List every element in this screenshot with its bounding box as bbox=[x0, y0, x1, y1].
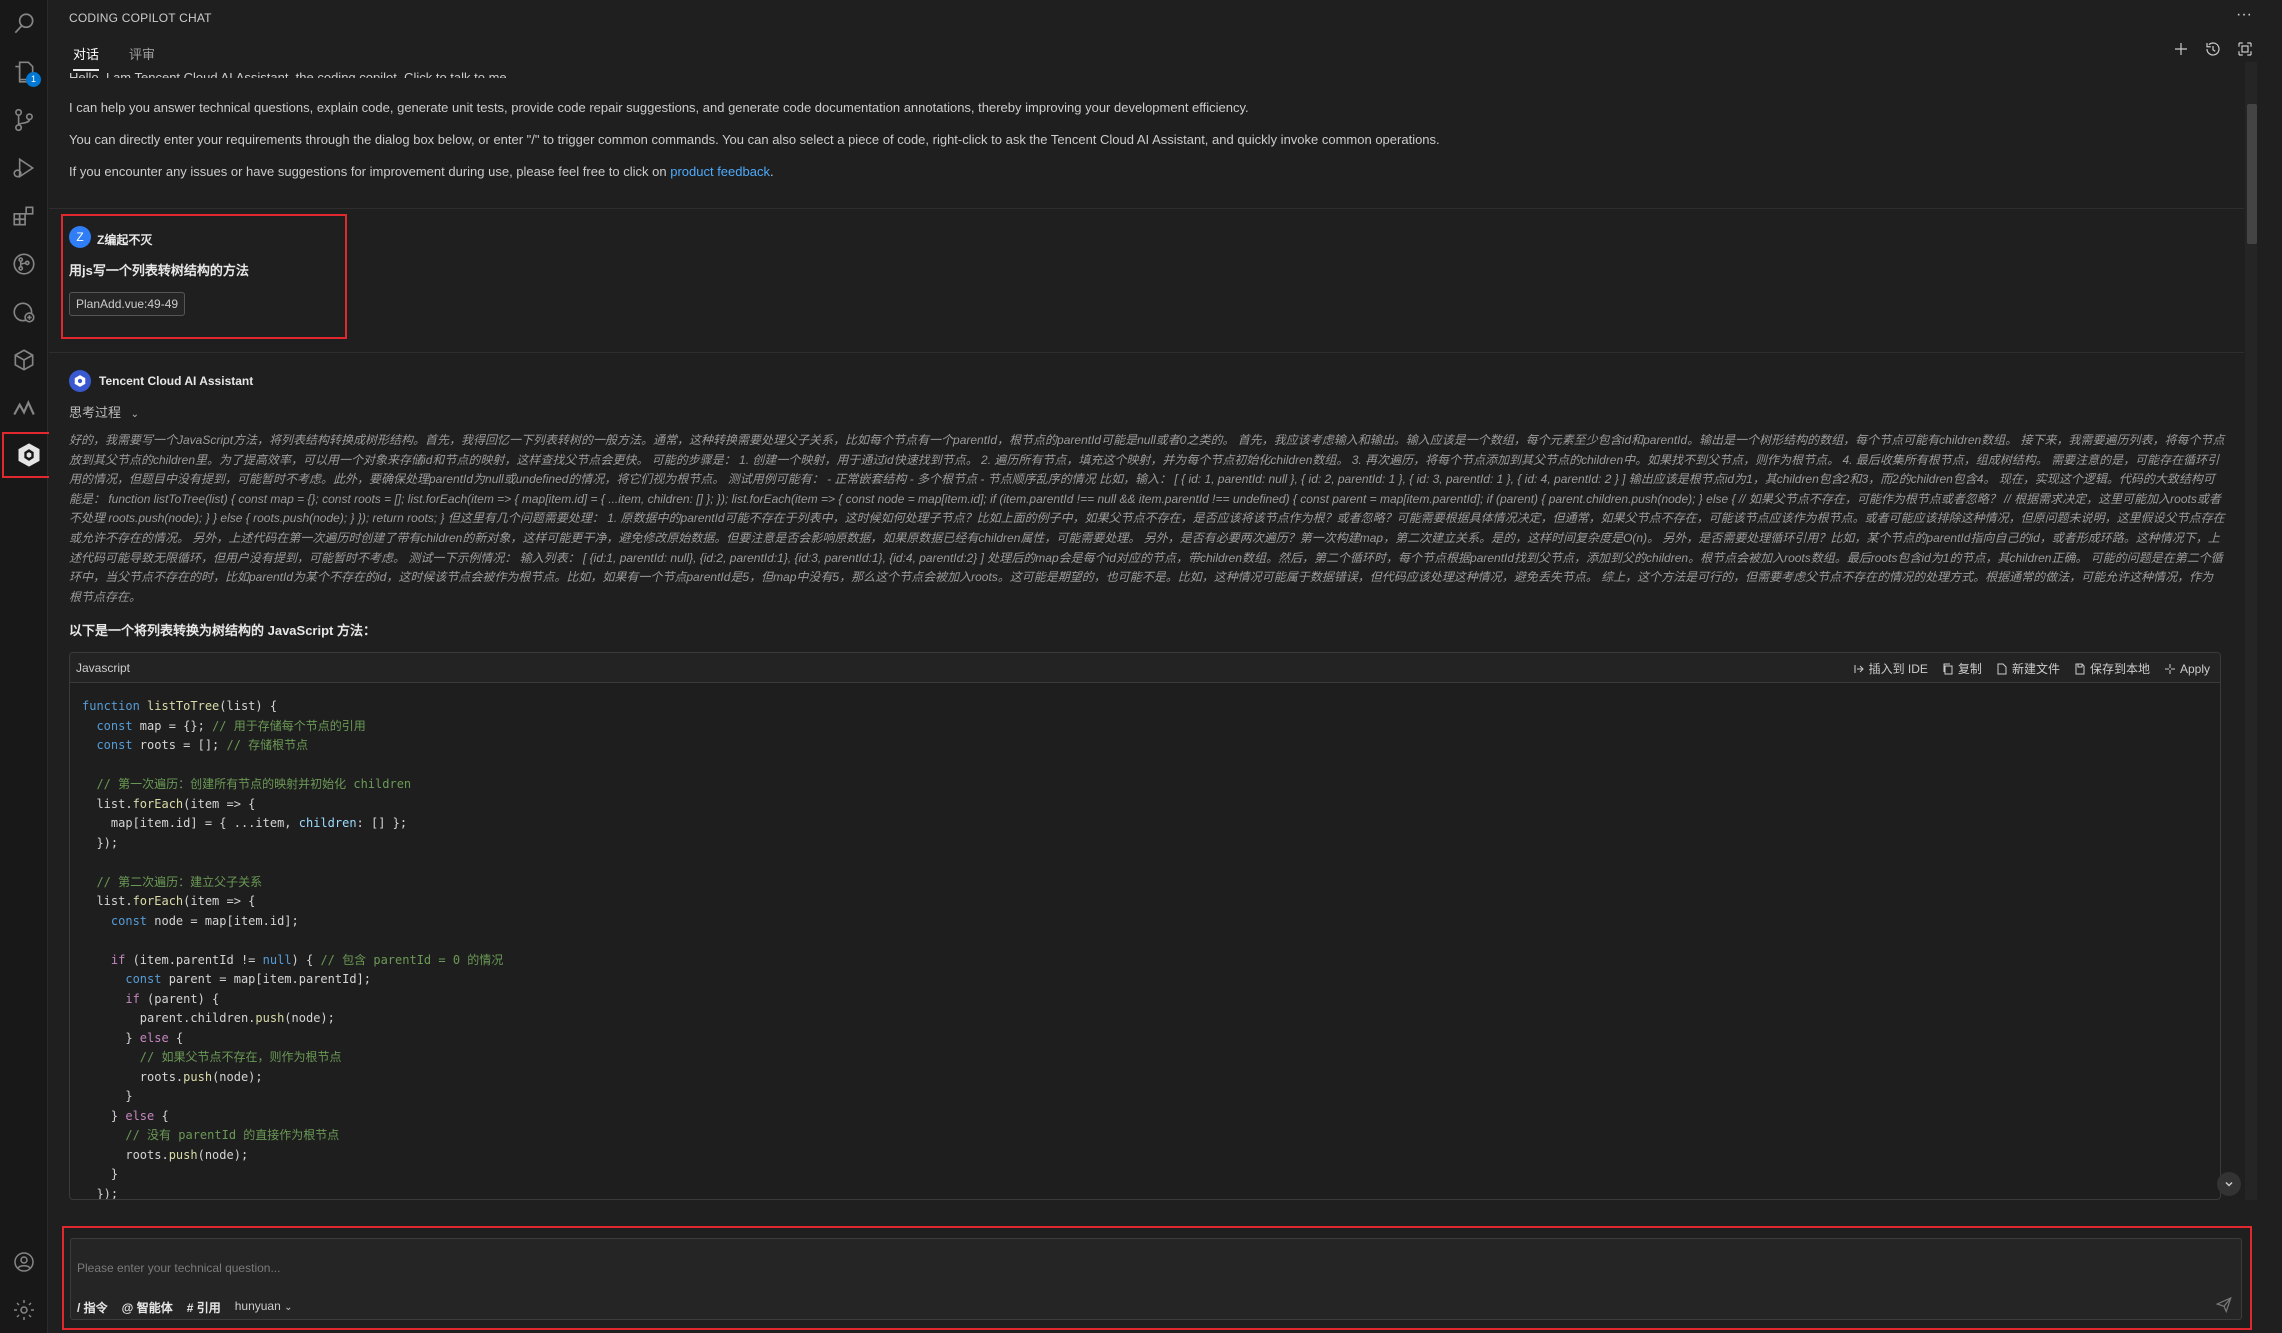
code-language: Javascript bbox=[76, 661, 131, 675]
copy-label: 复制 bbox=[1957, 662, 1982, 676]
message-divider bbox=[49, 208, 2244, 209]
avatar: Z bbox=[69, 226, 91, 248]
intro-paragraph: If you encounter any issues or have sugg… bbox=[69, 164, 774, 179]
user-message-text: 用js写一个列表转树结构的方法 bbox=[69, 263, 249, 278]
insert-to-ide-button[interactable]: 插入到 IDE bbox=[1853, 660, 1928, 677]
feedback-suffix: . bbox=[769, 164, 774, 179]
intro-paragraph: You can directly enter your requirements… bbox=[69, 132, 1440, 147]
model-selector[interactable]: hunyuan ⌄ bbox=[235, 1299, 293, 1316]
tab-review[interactable]: 评审 bbox=[129, 44, 155, 71]
explorer-icon[interactable]: 1 bbox=[0, 48, 48, 96]
tab-chat[interactable]: 对话 bbox=[73, 44, 100, 71]
code-block: Javascript 插入到 IDE 复制 新建文件 保存到本地 Apply f… bbox=[69, 652, 2221, 1200]
chat-input-container: / 指令 @ 智能体 # 引用 hunyuan ⌄ bbox=[62, 1226, 2252, 1330]
chat-input-box: / 指令 @ 智能体 # 引用 hunyuan ⌄ bbox=[70, 1238, 2242, 1320]
input-toolbar: / 指令 @ 智能体 # 引用 hunyuan ⌄ bbox=[77, 1299, 293, 1316]
copilot-icon[interactable] bbox=[2, 432, 56, 478]
explorer-badge: 1 bbox=[26, 72, 41, 87]
sparkle-icon bbox=[2164, 663, 2175, 674]
command-button[interactable]: / 指令 bbox=[77, 1299, 108, 1316]
apply-button[interactable]: Apply bbox=[2164, 660, 2210, 677]
run-debug-icon[interactable] bbox=[0, 144, 48, 192]
copy-icon bbox=[1943, 663, 1953, 674]
panel-toolbar bbox=[2172, 40, 2254, 58]
intro-paragraph: I can help you answer technical question… bbox=[69, 100, 1249, 115]
more-actions-icon[interactable]: ··· bbox=[2236, 6, 2252, 24]
expand-icon[interactable] bbox=[2236, 40, 2254, 58]
thinking-label: 思考过程 bbox=[69, 405, 122, 420]
copilot-chat-panel: CODING COPILOT CHAT ··· 对话 评审 Hello, I a… bbox=[49, 0, 2282, 1333]
insert-to-ide-label: 插入到 IDE bbox=[1868, 662, 1928, 676]
code-header: Javascript 插入到 IDE 复制 新建文件 保存到本地 Apply bbox=[70, 653, 2220, 683]
thinking-toggle[interactable]: 思考过程 ⌄ bbox=[69, 402, 139, 421]
deploy-icon[interactable] bbox=[0, 384, 48, 432]
message-divider bbox=[49, 352, 2244, 353]
new-file-button[interactable]: 新建文件 bbox=[1996, 660, 2060, 677]
user-name: Z编起不灭 bbox=[97, 233, 153, 247]
account-icon[interactable] bbox=[0, 1242, 48, 1282]
user-message: Z Z编起不灭 用js写一个列表转树结构的方法 PlanAdd.vue:49-4… bbox=[61, 214, 347, 339]
save-local-button[interactable]: 保存到本地 bbox=[2074, 660, 2150, 677]
code-actions: 插入到 IDE 复制 新建文件 保存到本地 Apply bbox=[1853, 660, 2210, 677]
remote-explorer-icon[interactable] bbox=[0, 288, 48, 336]
chevron-down-icon: ⌄ bbox=[130, 409, 140, 420]
insert-icon bbox=[1854, 664, 1864, 673]
activity-bar: 1 bbox=[0, 0, 56, 1333]
answer-intro: 以下是一个将列表转换为树结构的 JavaScript 方法： bbox=[69, 623, 376, 638]
tab-bar: 对话 评审 bbox=[73, 44, 155, 71]
git-graph-icon[interactable] bbox=[0, 240, 48, 288]
file-reference-chip[interactable]: PlanAdd.vue:49-49 bbox=[69, 292, 186, 316]
model-name: hunyuan bbox=[234, 1299, 281, 1313]
question-input[interactable] bbox=[77, 1261, 1877, 1275]
source-control-icon[interactable] bbox=[0, 96, 48, 144]
save-local-label: 保存到本地 bbox=[2089, 662, 2150, 676]
extensions-icon[interactable] bbox=[0, 192, 48, 240]
cube-icon[interactable] bbox=[0, 336, 48, 384]
scroll-to-bottom-button[interactable] bbox=[2217, 1172, 2241, 1196]
agent-button[interactable]: @ 智能体 bbox=[122, 1299, 173, 1316]
new-chat-icon[interactable] bbox=[2172, 40, 2190, 58]
panel-title: CODING COPILOT CHAT bbox=[69, 11, 212, 25]
assistant-logo-icon bbox=[69, 370, 91, 392]
feedback-text: If you encounter any issues or have sugg… bbox=[69, 164, 671, 179]
product-feedback-link[interactable]: product feedback bbox=[670, 164, 770, 179]
new-file-label: 新建文件 bbox=[2011, 662, 2060, 676]
save-icon bbox=[2075, 663, 2085, 674]
history-icon[interactable] bbox=[2204, 40, 2222, 58]
scrollbar-thumb[interactable] bbox=[2247, 104, 2257, 244]
assistant-header: Tencent Cloud AI Assistant bbox=[69, 370, 253, 392]
send-icon[interactable] bbox=[2215, 1295, 2233, 1313]
copy-button[interactable]: 复制 bbox=[1942, 660, 1982, 677]
chevron-down-icon bbox=[2225, 1181, 2233, 1187]
settings-icon[interactable] bbox=[0, 1290, 48, 1330]
apply-label: Apply bbox=[2179, 661, 2210, 676]
chevron-down-icon: ⌄ bbox=[284, 1302, 293, 1313]
new-file-icon bbox=[1997, 663, 2007, 674]
code-content: function listToTree(list) { const map = … bbox=[82, 699, 504, 1200]
reference-button[interactable]: # 引用 bbox=[187, 1299, 221, 1316]
thinking-content: 好的，我需要写一个JavaScript方法，将列表结构转换成树形结构。首先，我得… bbox=[69, 433, 2225, 604]
search-icon[interactable] bbox=[0, 0, 48, 48]
assistant-name: Tencent Cloud AI Assistant bbox=[99, 374, 254, 388]
intro-greeting: Hello, I am Tencent Cloud AI Assistant, … bbox=[69, 70, 511, 78]
